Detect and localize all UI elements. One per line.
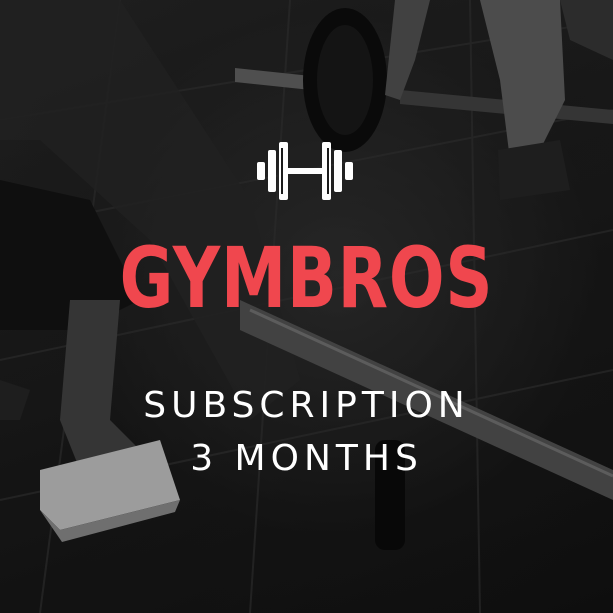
subscription-label: SUBSCRIPTION xyxy=(143,385,470,426)
gym-subscription-card: GYMBROS SUBSCRIPTION 3 MONTHS xyxy=(0,0,613,613)
dumbbell-icon xyxy=(257,142,353,200)
brand-name: GYMBROS xyxy=(119,229,494,327)
duration-label: 3 MONTHS xyxy=(190,438,423,479)
